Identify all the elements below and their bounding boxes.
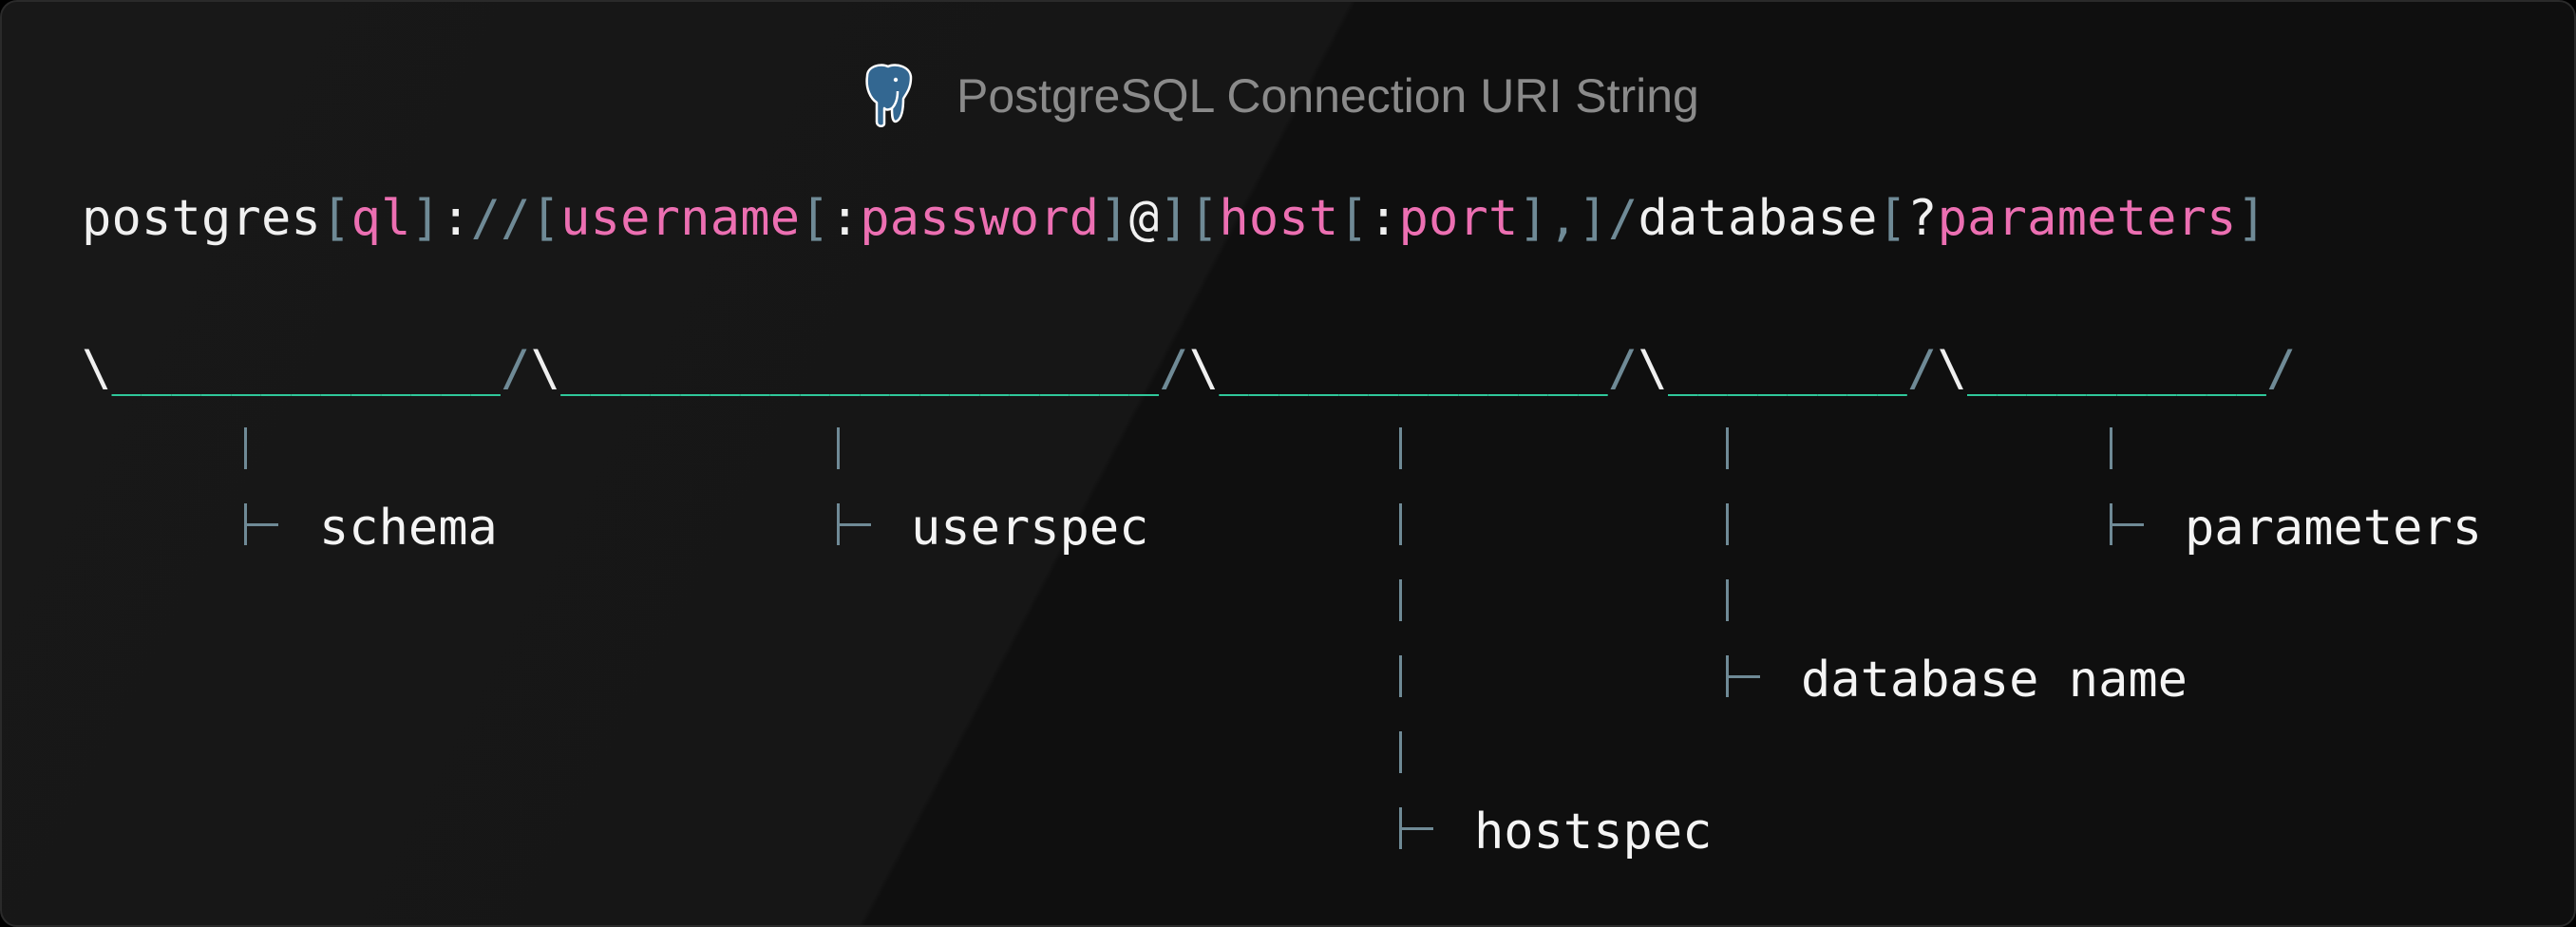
brace-segment: / [2266, 340, 2297, 397]
brace-segment: / [501, 340, 531, 397]
uri-token: @ [1128, 190, 1160, 247]
segment-braces: \_____________/\____________________/\__… [82, 344, 2297, 393]
brace-segment: __________ [1967, 340, 2267, 397]
uri-token: host [1219, 190, 1339, 247]
database-tee-arm [1726, 675, 1760, 678]
uri-token: password [860, 190, 1100, 247]
brace-segment: ____________________ [560, 340, 1160, 397]
uri-token: port [1398, 190, 1519, 247]
uri-token: postgres [82, 190, 322, 247]
uri-token: / [1608, 190, 1638, 247]
uri-token: : [441, 190, 471, 247]
uri-token: , [1547, 190, 1579, 247]
parameters-tee-arm [2110, 523, 2144, 526]
brace-segment: \ [530, 340, 561, 397]
uri-token: parameters [1937, 190, 2237, 247]
label-hostspec: hostspec [1474, 804, 1713, 861]
label-database-name: database name [1801, 652, 2188, 709]
uri-token: ] [1159, 190, 1189, 247]
brace-segment: _____________ [1219, 340, 1608, 397]
uri-token: database [1638, 190, 1878, 247]
hostspec-connector [1399, 731, 1402, 773]
uri-token: username [560, 190, 801, 247]
brace-segment: \ [1188, 340, 1220, 397]
database-connector [1726, 503, 1729, 545]
uri-token: : [1368, 190, 1399, 247]
uri-token: ] [1578, 190, 1609, 247]
uri-token: ] [1099, 190, 1129, 247]
brace-segment: \ [1638, 340, 1668, 397]
uri-token: [ [321, 190, 351, 247]
userspec-tee-arm [837, 523, 871, 526]
label-parameters: parameters [2185, 500, 2483, 557]
brace-segment: / [1159, 340, 1189, 397]
brace-segment: \ [82, 340, 112, 397]
postgresql-elephant-icon [865, 64, 913, 127]
hostspec-connector [1399, 579, 1402, 621]
page-title: PostgreSQL Connection URI String [957, 69, 1699, 123]
uri-token: ql [350, 190, 411, 247]
uri-token: [ [530, 190, 561, 247]
database-connector [1726, 579, 1729, 621]
header: PostgreSQL Connection URI String [2, 61, 2574, 127]
uri-token: [ [1338, 190, 1369, 247]
database-connector [1726, 427, 1729, 469]
schema-connector [244, 427, 247, 469]
uri-token: ? [1907, 190, 1938, 247]
uri-token: [ [1188, 190, 1220, 247]
brace-segment: / [1907, 340, 1938, 397]
uri-template: postgres[ql]://[username[:password]@][ho… [82, 194, 2266, 243]
parameters-connector [2110, 427, 2112, 469]
uri-token: ] [1518, 190, 1548, 247]
hostspec-connector [1399, 655, 1402, 697]
uri-token: [ [800, 190, 830, 247]
brace-segment: / [1607, 340, 1638, 397]
uri-token: [ [1877, 190, 1908, 247]
uri-token: ] [2236, 190, 2267, 247]
hostspec-connector [1399, 503, 1402, 545]
uri-token: ] [410, 190, 442, 247]
label-schema: schema [319, 500, 498, 557]
uri-token: : [829, 190, 861, 247]
hostspec-tee-arm [1399, 827, 1433, 830]
uri-token: // [470, 190, 531, 247]
schema-tee-arm [244, 523, 278, 526]
brace-segment: \ [1937, 340, 1968, 397]
hostspec-connector [1399, 427, 1402, 469]
brace-segment: _____________ [111, 340, 502, 397]
brace-segment: ________ [1667, 340, 1907, 397]
userspec-connector [837, 427, 840, 469]
diagram-window: PostgreSQL Connection URI String postgre… [0, 0, 2576, 927]
label-userspec: userspec [911, 500, 1149, 557]
